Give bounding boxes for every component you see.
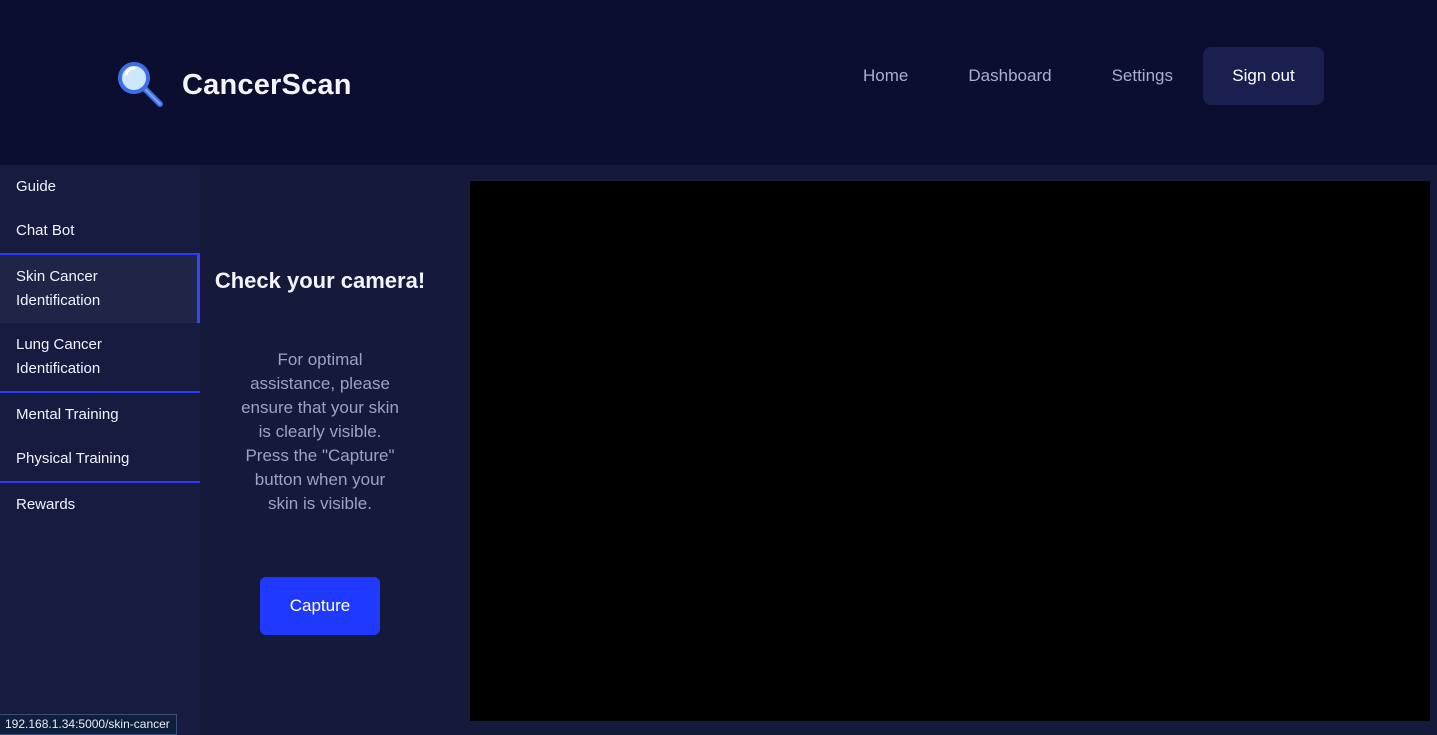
camera-area xyxy=(470,165,1437,735)
capture-button[interactable]: Capture xyxy=(260,577,380,635)
sidebar-item-skin-cancer[interactable]: Skin Cancer Identification xyxy=(0,255,200,323)
status-bar-url: 192.168.1.34:5000/skin-cancer xyxy=(0,714,177,735)
camera-feed xyxy=(470,181,1430,721)
magnifying-glass-icon xyxy=(116,60,166,110)
panel-description: For optimal assistance, please ensure th… xyxy=(241,350,399,513)
nav-dashboard-link[interactable]: Dashboard xyxy=(938,47,1081,105)
panel-title: Check your camera! xyxy=(214,268,426,293)
nav-home-link[interactable]: Home xyxy=(833,47,938,105)
instruction-panel: Check your camera! For optimal assistanc… xyxy=(200,165,470,735)
sign-out-button[interactable]: Sign out xyxy=(1203,47,1324,105)
sidebar-item-lung-cancer[interactable]: Lung Cancer Identification xyxy=(0,323,200,391)
sidebar-item-rewards[interactable]: Rewards xyxy=(0,483,200,527)
top-nav: Home Dashboard Settings Sign out xyxy=(833,47,1324,105)
top-header: CancerScan Home Dashboard Settings Sign … xyxy=(0,0,1437,165)
sidebar-item-guide[interactable]: Guide xyxy=(0,165,200,209)
nav-settings-link[interactable]: Settings xyxy=(1082,47,1203,105)
sidebar-item-physical-training[interactable]: Physical Training xyxy=(0,437,200,481)
sidebar-item-chat-bot[interactable]: Chat Bot xyxy=(0,209,200,253)
brand[interactable]: CancerScan xyxy=(116,60,352,110)
sidebar-item-mental-training[interactable]: Mental Training xyxy=(0,393,200,437)
brand-title: CancerScan xyxy=(182,68,352,101)
app-root: CancerScan Home Dashboard Settings Sign … xyxy=(0,0,1437,735)
sidebar: Guide Chat Bot Skin Cancer Identificatio… xyxy=(0,165,200,735)
